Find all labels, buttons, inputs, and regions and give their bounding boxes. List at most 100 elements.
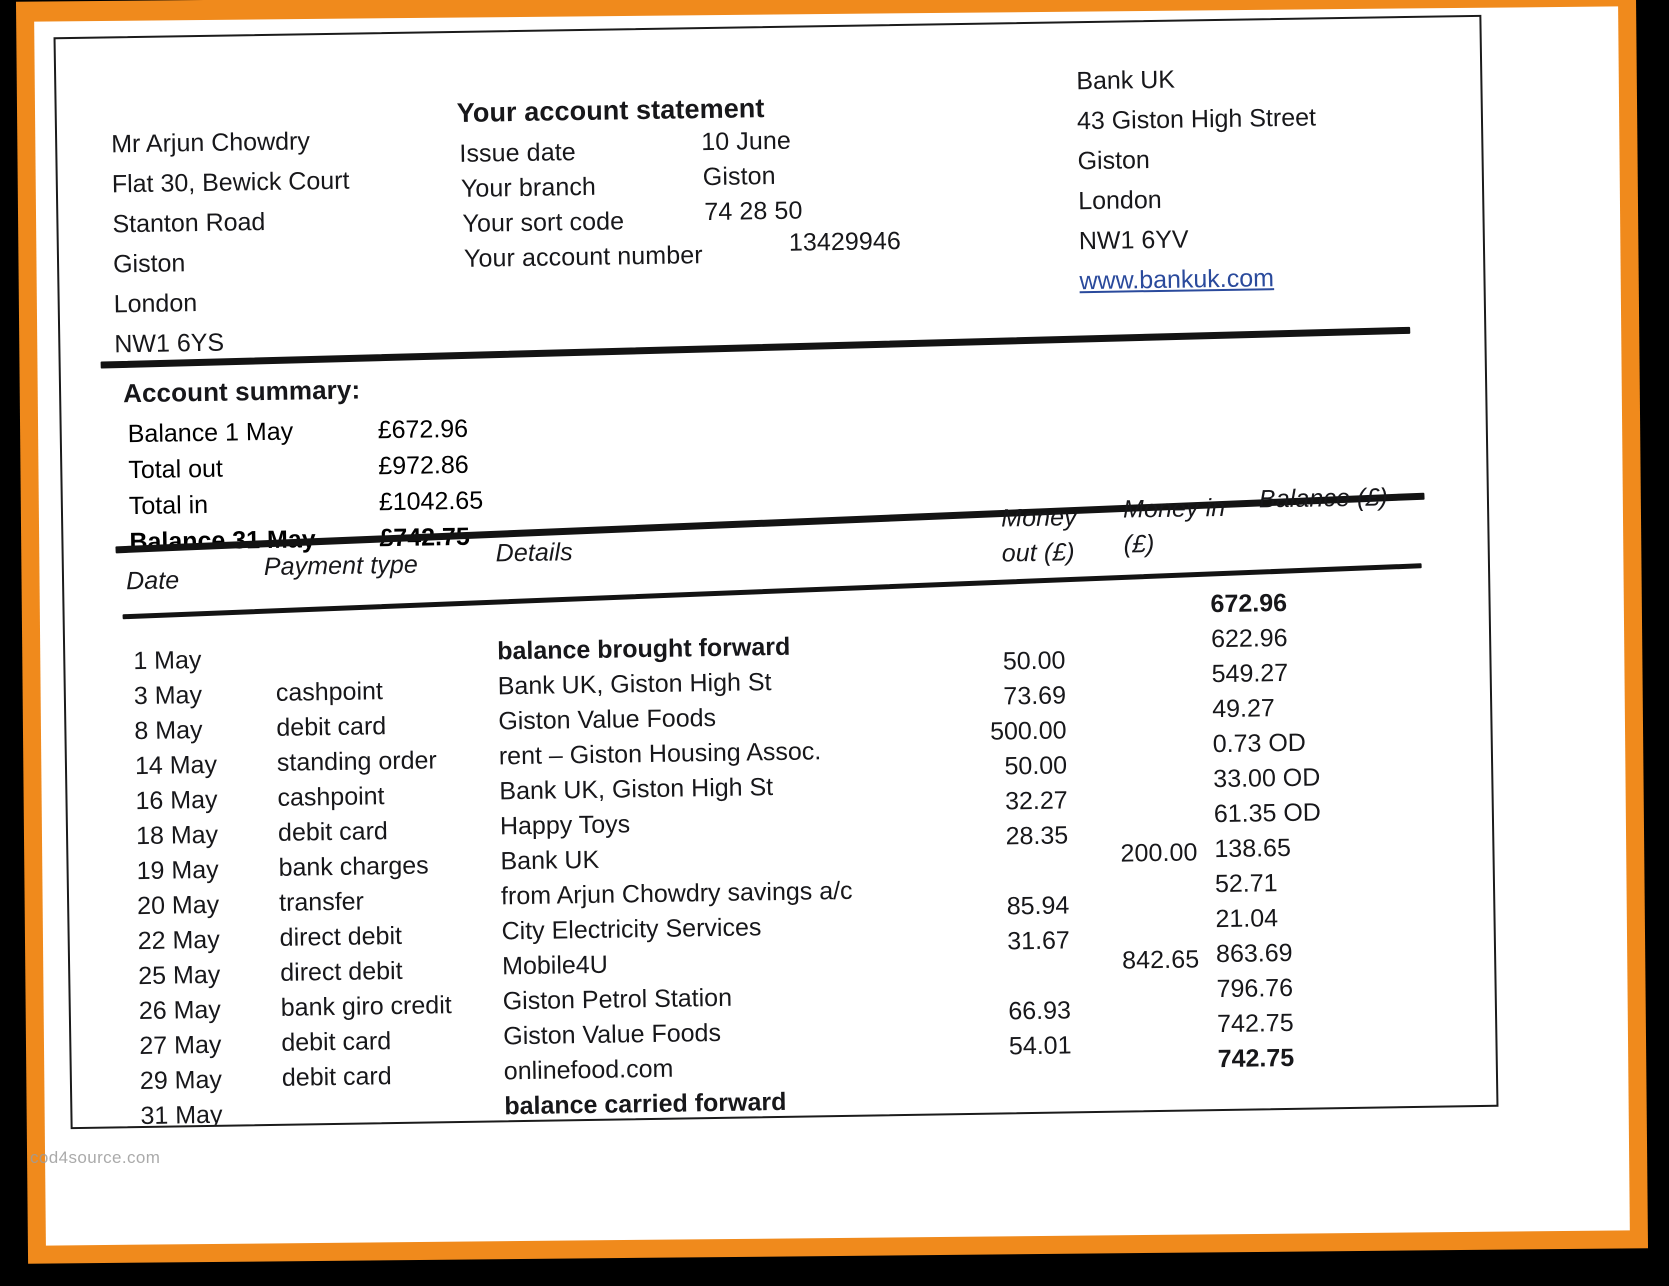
- summary-value: £1042.65: [378, 486, 484, 517]
- table-cell-payment-type: cashpoint: [275, 677, 384, 707]
- table-cell-money-out: 73.69: [1003, 681, 1067, 711]
- bank-website-link[interactable]: www.bankuk.com: [1079, 264, 1274, 295]
- summary-value: £972.86: [378, 450, 469, 481]
- table-cell-money-out: 50.00: [1002, 646, 1066, 676]
- table-cell-details: Giston Value Foods: [503, 1018, 722, 1051]
- summary-label: Total in: [128, 490, 209, 521]
- statement-title: Your account statement: [456, 93, 765, 128]
- table-cell-date: 16 May: [135, 785, 218, 816]
- table-cell-details: rent – Giston Housing Assoc.: [498, 737, 822, 771]
- table-column-money-out: 50.00 73.69 500.00 50.00 32.27 28.35 85.…: [945, 643, 1072, 1065]
- table-cell-date: 29 May: [139, 1065, 223, 1096]
- table-cell-payment-type: standing order: [276, 746, 437, 777]
- customer-address-line: NW1 6YS: [114, 328, 225, 359]
- column-header-money-out-line1: Money: [1000, 503, 1077, 533]
- bank-address-line: London: [1077, 185, 1162, 216]
- table-cell-date: 20 May: [136, 890, 220, 921]
- table-cell-payment-type: direct debit: [279, 921, 403, 952]
- account-summary-title: Account summary:: [122, 374, 361, 409]
- branch-label: Your branch: [460, 172, 597, 203]
- bank-address-line: Bank UK: [1076, 65, 1176, 96]
- account-number-value: 13429946: [788, 226, 902, 257]
- customer-address-line: London: [113, 289, 198, 319]
- table-cell-details: Bank UK, Giston High St: [499, 773, 774, 806]
- site-watermark: cod4source.com: [30, 1148, 161, 1167]
- table-cell-money-out: 500.00: [989, 716, 1067, 746]
- customer-address-line: Mr Arjun Chowdry: [110, 127, 311, 159]
- bank-address-block: Bank UK 43 Giston High Street Giston Lon…: [1076, 63, 1319, 307]
- table-cell-balance-opening: 672.96: [1210, 588, 1288, 619]
- table-cell-payment-type: debit card: [277, 817, 389, 847]
- table-cell-date: 31 May: [140, 1100, 223, 1128]
- table-cell-details: Mobile4U: [501, 950, 608, 981]
- customer-address-line: Flat 30, Bewick Court: [111, 166, 350, 199]
- account-number-label: Your account number: [463, 241, 703, 273]
- table-cell-balance: 21.04: [1215, 904, 1279, 934]
- customer-address-line: Stanton Road: [112, 207, 266, 239]
- column-header-details: Details: [495, 538, 574, 568]
- table-cell-date: 19 May: [136, 855, 219, 886]
- table-cell-money-in: 842.65: [1121, 945, 1200, 975]
- table-cell-payment-type: direct debit: [280, 956, 403, 987]
- summary-label: Total out: [128, 454, 224, 485]
- table-cell-date: 1 May: [133, 646, 202, 676]
- table-cell-money-out: 85.94: [1006, 891, 1070, 921]
- sort-code-value: 74 28 50: [704, 196, 803, 227]
- table-cell-money-out-empty: [950, 958, 1071, 995]
- customer-address-block: Mr Arjun Chowdry Flat 30, Bewick Court S…: [111, 127, 352, 371]
- table-cell-details: Happy Toys: [499, 810, 631, 841]
- column-header-money-in-line1: Money in: [1122, 493, 1226, 524]
- issue-date-label: Issue date: [459, 138, 576, 168]
- table-column-date: 1 May 3 May 8 May 14 May 16 May 18 May 1…: [133, 643, 223, 1127]
- bank-statement-page: Mr Arjun Chowdry Flat 30, Bewick Court S…: [53, 14, 1499, 1130]
- table-cell-details: Bank UK: [500, 845, 600, 876]
- table-cell-balance-overdrawn: 61.35 OD: [1213, 798, 1322, 829]
- table-cell-date: 8 May: [134, 716, 203, 746]
- table-cell-balance: 49.27: [1211, 694, 1275, 724]
- bank-website-line: www.bankuk.com: [1079, 263, 1318, 296]
- table-cell-balance-closing: 742.75: [1217, 1043, 1295, 1074]
- table-cell-money-out: 54.01: [1008, 1031, 1072, 1061]
- table-cell-details-brought-forward: balance brought forward: [496, 632, 791, 666]
- table-cell-balance: 622.96: [1210, 623, 1288, 654]
- table-cell-date: 27 May: [139, 1030, 222, 1061]
- sort-code-label: Your sort code: [462, 207, 625, 238]
- column-header-money-in-line2: (£): [1123, 530, 1155, 559]
- bank-address-line: NW1 6YV: [1078, 225, 1189, 256]
- customer-address-line: Giston: [112, 249, 186, 279]
- table-cell-payment-type: transfer: [278, 887, 365, 917]
- table-cell-balance: 138.65: [1214, 833, 1292, 864]
- table-cell-balance: 796.76: [1216, 973, 1294, 1004]
- column-header-date: Date: [125, 566, 180, 596]
- table-cell-payment-type: cashpoint: [277, 782, 385, 812]
- table-cell-balance: 549.27: [1211, 658, 1289, 689]
- table-column-details: balance brought forward Bank UK, Giston …: [497, 629, 856, 1124]
- table-cell-money-out: 31.67: [1007, 926, 1071, 956]
- table-cell-payment-type: bank giro credit: [280, 991, 452, 1022]
- table-cell-details: Bank UK, Giston High St: [497, 668, 772, 701]
- table-column-balance: 672.96 622.96 549.27 49.27 0.73 OD 33.00…: [1210, 585, 1325, 1077]
- summary-value: £672.96: [377, 414, 469, 445]
- table-cell-money-out: 28.35: [1005, 821, 1069, 851]
- table-cell-money-in: 200.00: [1120, 838, 1198, 868]
- summary-label: Balance 1 May: [127, 417, 294, 449]
- table-cell-date: 25 May: [138, 960, 221, 991]
- bank-address-line: Giston: [1077, 146, 1151, 176]
- branch-value: Giston: [702, 161, 776, 192]
- table-cell-money-out-empty: [948, 853, 1069, 890]
- bank-address-line: 43 Giston High Street: [1076, 103, 1317, 136]
- table-cell-money-out: 66.93: [1008, 996, 1072, 1026]
- table-cell-money-out: 50.00: [1004, 751, 1068, 781]
- table-cell-details: onlinefood.com: [503, 1054, 674, 1086]
- issue-date-value: 10 June: [701, 126, 792, 157]
- table-cell-date: 18 May: [135, 820, 219, 851]
- table-cell-money-out: 32.27: [1004, 786, 1068, 816]
- column-header-balance: Balance (£): [1258, 483, 1389, 514]
- table-cell-balance: 52.71: [1214, 869, 1278, 899]
- table-cell-payment-type: debit card: [281, 1062, 392, 1092]
- table-cell-balance: 742.75: [1216, 1008, 1294, 1039]
- table-cell-details: Giston Value Foods: [498, 703, 717, 736]
- column-header-money-out-line2: out (£): [1001, 538, 1075, 568]
- screenshot-canvas: Mr Arjun Chowdry Flat 30, Bewick Court S…: [0, 0, 1669, 1286]
- table-cell-details: from Arjun Chowdry savings a/c: [500, 876, 853, 911]
